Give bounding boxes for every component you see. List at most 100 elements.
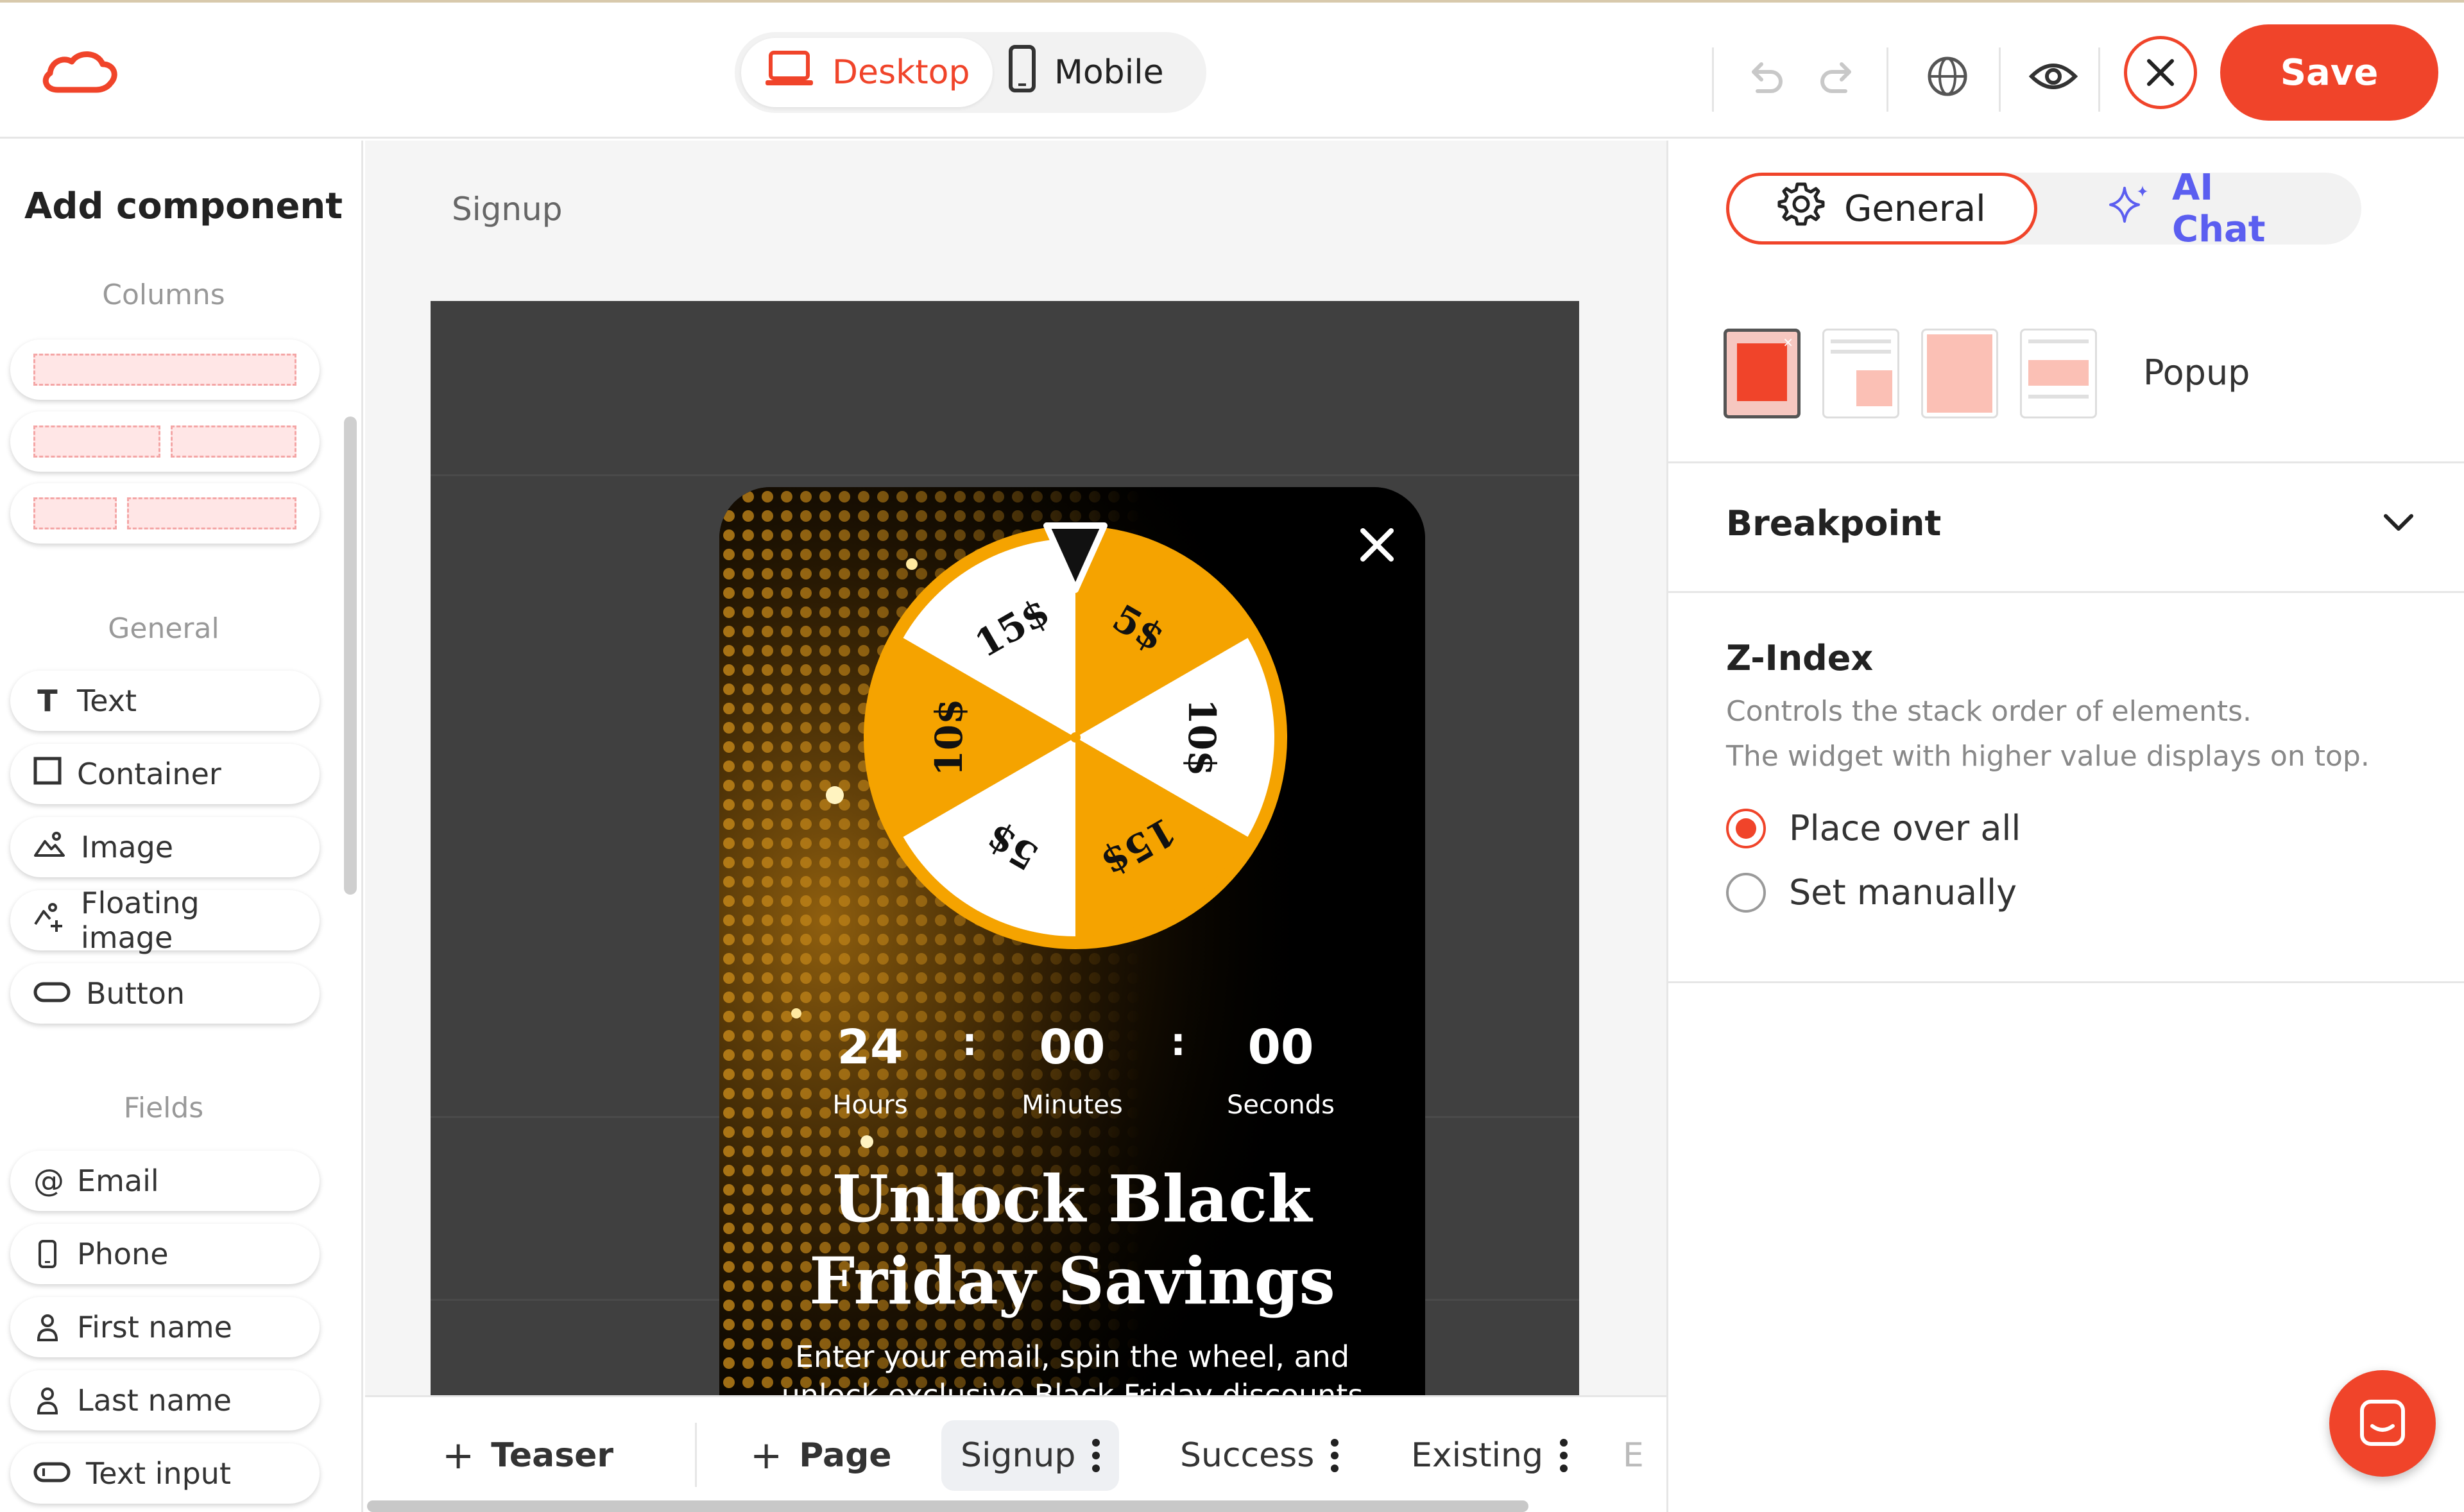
divider (1668, 591, 2464, 593)
tabs-scrollbar[interactable] (367, 1500, 1528, 1512)
tab-signup[interactable]: Signup (941, 1420, 1120, 1491)
tab-success[interactable]: Success (1161, 1420, 1358, 1491)
support-chat-button[interactable] (2329, 1370, 2436, 1477)
tab-ai-chat[interactable]: AI Chat (2060, 167, 2361, 250)
radio-unselected-icon[interactable] (1726, 872, 1766, 913)
chat-icon (2360, 1400, 2405, 1446)
add-page-button[interactable]: + Page (731, 1420, 911, 1491)
save-button[interactable]: Save (2220, 24, 2438, 121)
text-icon: T (37, 683, 58, 718)
divider (695, 1423, 697, 1487)
divider (2098, 47, 2100, 112)
seconds-value: 00 (1247, 1020, 1314, 1075)
seconds-label: Seconds (1226, 1090, 1335, 1120)
redo-icon[interactable] (1810, 47, 1867, 105)
breadcrumb: Signup (452, 191, 563, 228)
divider (1712, 47, 1714, 112)
desktop-label: Desktop (832, 53, 970, 92)
brand-logo-icon[interactable] (38, 47, 122, 99)
two-column-layout[interactable] (10, 411, 320, 472)
add-component-panel: Add component Columns General T Text Con… (0, 141, 363, 1512)
panel-scrollbar[interactable] (344, 417, 357, 895)
time-separator: : (1170, 1020, 1186, 1065)
device-toggle: Desktop Mobile (735, 32, 1206, 113)
layout-type-label: Popup (2143, 352, 2250, 393)
section-columns: Columns (102, 279, 225, 311)
at-icon: @ (33, 1163, 64, 1199)
add-email-field[interactable]: @ Email (10, 1151, 320, 1211)
sparkle-icon (2108, 182, 2153, 236)
zindex-description: Controls the stack order of elements. Th… (1726, 695, 2370, 773)
preview-eye-icon[interactable] (2021, 47, 2085, 105)
layout-fullscreen-option[interactable] (1921, 329, 1998, 418)
tab-general[interactable]: General (1726, 173, 2037, 245)
wheel-segment-label: 10$ (1180, 698, 1224, 776)
settings-panel: General AI Chat × Popup Breakpoint Z-Ind… (1666, 141, 2464, 1512)
page-tabs-bar: + Teaser + Page Signup Success Existing … (365, 1395, 1666, 1512)
add-phone-field[interactable]: Phone (10, 1224, 320, 1284)
more-options-icon[interactable] (1331, 1439, 1339, 1472)
editor-canvas: Signup 5$ 10$ 15$ 5$ 10$ 15$ 24 Hours: … (365, 141, 1666, 1395)
phone-icon (33, 1239, 62, 1269)
mobile-label: Mobile (1054, 53, 1164, 92)
add-container-component[interactable]: Container (10, 744, 320, 804)
divider (1999, 47, 2001, 112)
globe-icon[interactable] (1919, 47, 1976, 105)
layout-slide-in-option[interactable] (1822, 329, 1899, 418)
section-general: General (108, 612, 219, 645)
time-separator: : (962, 1020, 977, 1065)
button-icon (33, 976, 71, 1011)
hours-value: 24 (837, 1020, 903, 1075)
mobile-view-button[interactable]: Mobile (985, 38, 1187, 107)
plus-icon: + (750, 1433, 783, 1478)
desktop-view-button[interactable]: Desktop (741, 38, 993, 107)
panel-title: Add component (24, 185, 343, 227)
wheel-hub (1070, 732, 1081, 743)
add-image-component[interactable]: Image (10, 817, 320, 877)
container-icon (33, 757, 62, 792)
undo-icon[interactable] (1736, 47, 1793, 105)
more-options-icon[interactable] (1559, 1439, 1568, 1472)
add-floating-image-component[interactable]: Floating image (10, 886, 320, 955)
add-first-name-field[interactable]: First name (10, 1297, 320, 1357)
breakpoint-title: Breakpoint (1726, 503, 1942, 544)
divider (1887, 47, 1888, 112)
mobile-icon (1008, 44, 1036, 101)
more-options-icon[interactable] (1092, 1439, 1100, 1472)
add-text-input-field[interactable]: Text input (10, 1443, 320, 1504)
preview-stage: 5$ 10$ 15$ 5$ 10$ 15$ 24 Hours : 00 Minutes :… (431, 301, 1579, 1395)
image-icon (33, 830, 65, 865)
chevron-down-icon[interactable] (2381, 510, 2417, 538)
add-teaser-button[interactable]: + Teaser (423, 1420, 633, 1491)
section-fields: Fields (123, 1092, 204, 1124)
countdown-timer: 24 Hours : 00 Minutes : 00 Seconds (719, 1020, 1425, 1148)
close-editor-button[interactable] (2124, 36, 2197, 109)
divider (1668, 981, 2464, 983)
person-icon (33, 1386, 62, 1414)
tab-existing[interactable]: Existing (1392, 1420, 1587, 1491)
zindex-title: Z-Index (1726, 638, 1874, 678)
popup-widget[interactable]: 5$ 10$ 15$ 5$ 10$ 15$ 24 Hours : 00 Minutes :… (719, 487, 1425, 1395)
wheel-segment-label: 10$ (927, 698, 971, 776)
radio-selected-icon[interactable] (1726, 808, 1766, 848)
headline-line-1: Unlock Black (832, 1161, 1312, 1237)
divider (1668, 461, 2464, 463)
add-last-name-field[interactable]: Last name (10, 1370, 320, 1430)
close-icon (2147, 59, 2174, 86)
layout-popup-option[interactable]: × (1724, 329, 1801, 418)
add-button-component[interactable]: Button (10, 963, 320, 1024)
prize-wheel[interactable]: 5$ 10$ 15$ 5$ 10$ 15$ (851, 513, 1300, 962)
headline-line-2: Friday Savings (809, 1243, 1335, 1319)
tab-overflow[interactable]: E (1623, 1420, 1644, 1491)
add-text-component[interactable]: T Text (10, 671, 320, 731)
radio-place-over-all[interactable]: Place over all (1726, 808, 2021, 848)
popup-headline: Unlock Black Friday Savings (719, 1158, 1425, 1322)
layout-bar-option[interactable] (2020, 329, 2097, 418)
person-icon (33, 1313, 62, 1341)
plus-icon: + (442, 1433, 475, 1478)
floating-image-icon (33, 901, 65, 940)
radio-set-manually[interactable]: Set manually (1726, 872, 2017, 913)
popup-close-icon[interactable] (1351, 519, 1403, 571)
one-third-two-thirds-layout[interactable] (10, 483, 320, 544)
one-column-layout[interactable] (10, 339, 320, 400)
